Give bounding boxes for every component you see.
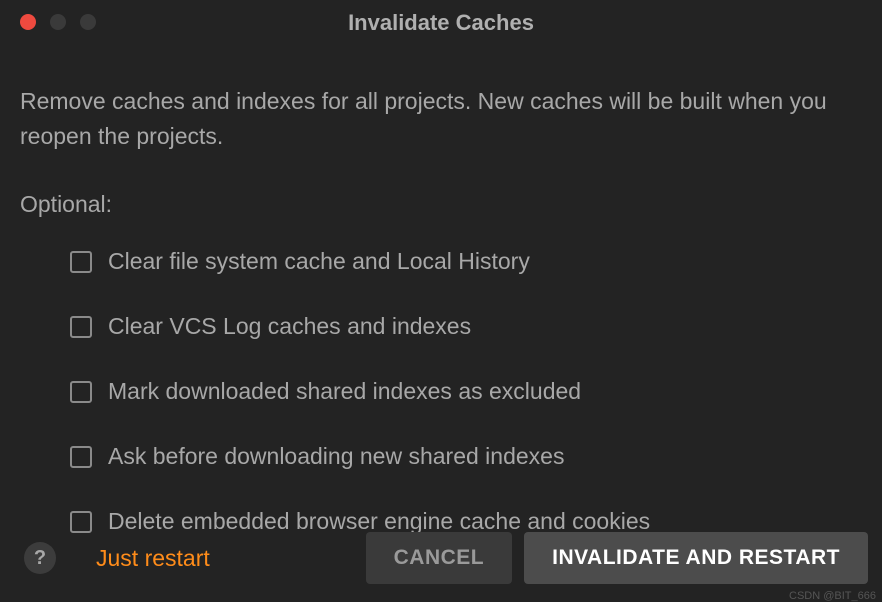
- options-list: Clear file system cache and Local Histor…: [20, 248, 862, 535]
- dialog-content: Remove caches and indexes for all projec…: [0, 34, 882, 535]
- window-title: Invalidate Caches: [20, 10, 862, 36]
- optional-label: Optional:: [20, 191, 862, 218]
- watermark: CSDN @BIT_666: [789, 590, 876, 602]
- invalidate-restart-button[interactable]: INVALIDATE AND RESTART: [524, 532, 868, 584]
- option-label: Mark downloaded shared indexes as exclud…: [108, 378, 581, 405]
- option-mark-excluded[interactable]: Mark downloaded shared indexes as exclud…: [70, 378, 862, 405]
- maximize-icon[interactable]: [80, 14, 96, 30]
- titlebar: Invalidate Caches: [0, 0, 882, 34]
- just-restart-link[interactable]: Just restart: [96, 545, 210, 572]
- option-clear-vcs-log[interactable]: Clear VCS Log caches and indexes: [70, 313, 862, 340]
- checkbox[interactable]: [70, 251, 92, 273]
- option-delete-browser-cache[interactable]: Delete embedded browser engine cache and…: [70, 508, 862, 535]
- option-clear-file-system[interactable]: Clear file system cache and Local Histor…: [70, 248, 862, 275]
- traffic-lights: [20, 14, 96, 30]
- checkbox[interactable]: [70, 446, 92, 468]
- option-label: Ask before downloading new shared indexe…: [108, 443, 564, 470]
- cancel-button[interactable]: CANCEL: [366, 532, 513, 584]
- option-label: Clear file system cache and Local Histor…: [108, 248, 530, 275]
- option-ask-before-download[interactable]: Ask before downloading new shared indexe…: [70, 443, 862, 470]
- help-icon[interactable]: ?: [24, 542, 56, 574]
- checkbox[interactable]: [70, 511, 92, 533]
- minimize-icon[interactable]: [50, 14, 66, 30]
- checkbox[interactable]: [70, 316, 92, 338]
- option-label: Delete embedded browser engine cache and…: [108, 508, 650, 535]
- close-icon[interactable]: [20, 14, 36, 30]
- checkbox[interactable]: [70, 381, 92, 403]
- dialog-footer: ? Just restart CANCEL INVALIDATE AND RES…: [0, 532, 882, 584]
- description-text: Remove caches and indexes for all projec…: [20, 84, 862, 153]
- option-label: Clear VCS Log caches and indexes: [108, 313, 471, 340]
